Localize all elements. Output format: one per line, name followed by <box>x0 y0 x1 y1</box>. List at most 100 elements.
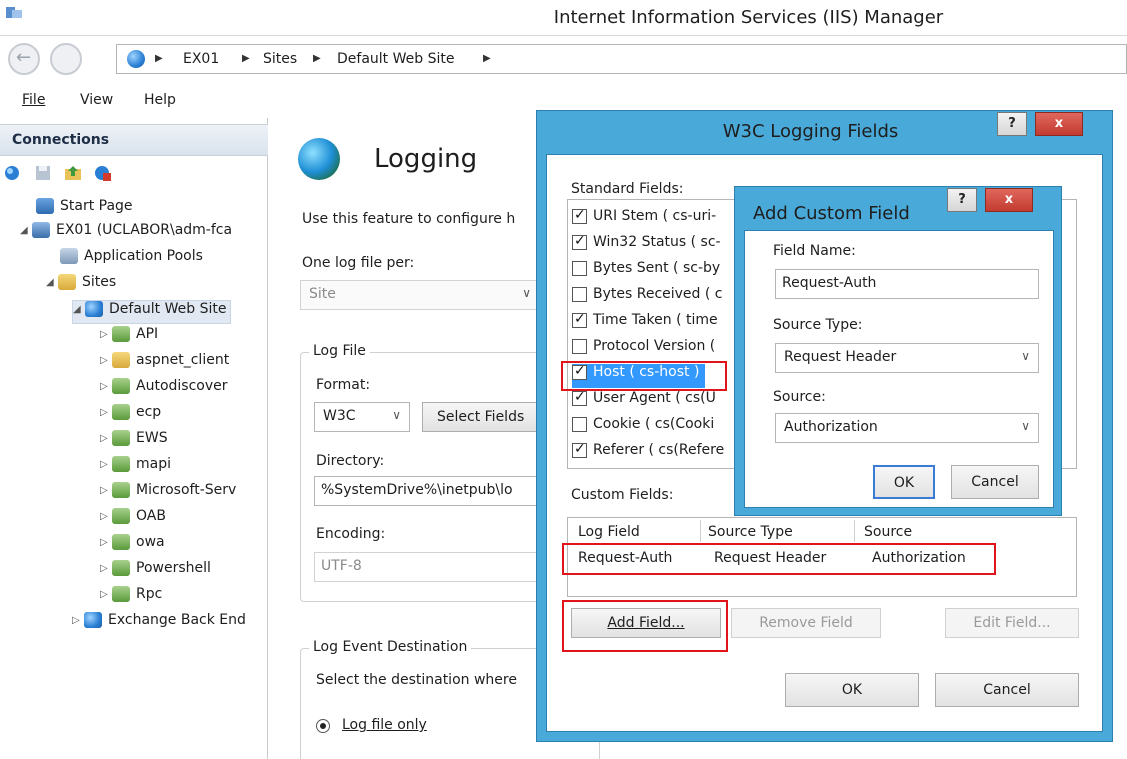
expand-icon[interactable]: ▷ <box>100 563 112 574</box>
expand-icon[interactable]: ▷ <box>100 433 112 444</box>
select-fields-button[interactable]: Select Fields <box>422 402 542 432</box>
tree-item-aspnet-client[interactable]: ▷ aspnet_client <box>100 352 229 376</box>
close-button[interactable]: x <box>985 188 1033 212</box>
tree-item-owa[interactable]: ▷ owa <box>100 534 165 558</box>
folder-icon <box>112 352 130 368</box>
field-bytes-received[interactable]: Bytes Received ( c <box>572 286 723 310</box>
field-time-taken[interactable]: Time Taken ( time <box>572 311 718 336</box>
application-icon <box>112 378 130 394</box>
sites-folder-icon <box>58 274 76 290</box>
log-file-only-label[interactable]: Log file only <box>342 717 427 733</box>
checkbox[interactable] <box>572 233 587 250</box>
expand-icon[interactable]: ▷ <box>72 615 84 626</box>
tree-item-rpc[interactable]: ▷ Rpc <box>100 586 162 610</box>
field-referer[interactable]: Referer ( cs(Refere <box>572 441 724 466</box>
column-source-type[interactable]: Source Type <box>708 524 793 540</box>
directory-field[interactable]: %SystemDrive%\inetpub\lo <box>314 476 544 506</box>
cancel-button[interactable]: Cancel <box>951 465 1039 499</box>
one-log-file-select[interactable]: Site ∨ <box>300 280 540 310</box>
field-user-agent[interactable]: User Agent ( cs(U <box>572 389 716 414</box>
field-cookie[interactable]: Cookie ( cs(Cooki <box>572 416 714 440</box>
tree-item-sites[interactable]: ◢ Sites <box>46 274 116 298</box>
breadcrumb-sites[interactable]: Sites <box>263 51 297 67</box>
tree-item-application-pools[interactable]: Application Pools <box>60 248 203 272</box>
log-file-only-radio[interactable] <box>316 719 330 733</box>
tree-item-default-web-site[interactable]: ◢ Default Web Site <box>72 300 232 324</box>
tree-item-server[interactable]: ◢ EX01 (UCLABOR\adm-fca <box>20 222 232 246</box>
collapse-icon[interactable]: ◢ <box>46 277 58 288</box>
connect-icon[interactable] <box>4 164 22 182</box>
forward-button[interactable] <box>50 43 82 75</box>
edit-field-button[interactable]: Edit Field... <box>945 608 1079 638</box>
save-icon[interactable] <box>34 164 52 182</box>
checkbox[interactable] <box>572 338 587 354</box>
expand-icon[interactable]: ▷ <box>100 589 112 600</box>
expand-icon[interactable]: ▷ <box>100 537 112 548</box>
tree-item-start-page[interactable]: Start Page <box>36 198 133 222</box>
disconnect-icon[interactable] <box>94 164 112 182</box>
field-win32-status[interactable]: Win32 Status ( sc- <box>572 233 721 258</box>
checkbox[interactable] <box>572 260 587 276</box>
menu-view[interactable]: View <box>80 92 113 108</box>
expand-icon[interactable]: ▷ <box>100 407 112 418</box>
remove-field-button[interactable]: Remove Field <box>731 608 881 638</box>
expand-icon[interactable]: ▷ <box>100 329 112 340</box>
expand-icon[interactable]: ▷ <box>100 381 112 392</box>
address-bar: ← ▶ EX01 ▶ Sites ▶ Default Web Site ▶ <box>0 36 1127 82</box>
cancel-button[interactable]: Cancel <box>935 673 1079 707</box>
close-button[interactable]: x <box>1035 112 1083 136</box>
tree-item-exchange-back-end[interactable]: ▷ Exchange Back End <box>72 612 246 636</box>
format-select[interactable]: W3C ∨ <box>314 402 410 432</box>
checkbox[interactable] <box>572 311 587 328</box>
tree-item-autodiscover[interactable]: ▷ Autodiscover <box>100 378 228 402</box>
dialog-body: Field Name: Request-Auth Source Type: Re… <box>744 230 1054 508</box>
chevron-down-icon: ∨ <box>392 408 401 422</box>
application-icon <box>112 404 130 420</box>
window-title: Internet Information Services (IIS) Mana… <box>553 7 944 28</box>
ok-button[interactable]: OK <box>785 673 919 707</box>
encoding-field[interactable]: UTF-8 <box>314 552 544 582</box>
breadcrumb[interactable]: ▶ EX01 ▶ Sites ▶ Default Web Site ▶ <box>116 44 1127 74</box>
checkbox[interactable] <box>572 207 587 224</box>
tree-item-oab[interactable]: ▷ OAB <box>100 508 166 532</box>
column-source[interactable]: Source <box>864 524 912 540</box>
checkbox[interactable] <box>572 286 587 302</box>
help-button[interactable]: ? <box>997 112 1027 136</box>
checkbox[interactable] <box>572 441 587 458</box>
help-button[interactable]: ? <box>947 188 977 212</box>
field-bytes-sent[interactable]: Bytes Sent ( sc-by <box>572 260 720 284</box>
menu-help[interactable]: Help <box>144 92 176 108</box>
logging-description: Use this feature to configure h <box>302 211 516 227</box>
expand-icon[interactable]: ▷ <box>100 355 112 366</box>
tree-item-api[interactable]: ▷ API <box>100 326 158 350</box>
tree-item-powershell[interactable]: ▷ Powershell <box>100 560 211 584</box>
field-uri-stem[interactable]: URI Stem ( cs-uri- <box>572 207 716 232</box>
tree-item-ecp[interactable]: ▷ ecp <box>100 404 161 428</box>
back-button[interactable]: ← <box>8 43 40 75</box>
breadcrumb-arrow-icon: ▶ <box>242 53 250 64</box>
checkbox[interactable] <box>572 416 587 432</box>
field-protocol-version[interactable]: Protocol Version ( <box>572 338 715 362</box>
up-folder-icon[interactable] <box>64 164 82 182</box>
website-globe-icon <box>84 612 102 628</box>
breadcrumb-site[interactable]: Default Web Site <box>337 51 454 67</box>
expand-icon[interactable]: ▷ <box>100 485 112 496</box>
menu-file[interactable]: File <box>22 92 45 108</box>
checkbox[interactable] <box>572 389 587 406</box>
collapse-icon[interactable]: ◢ <box>73 304 85 315</box>
tree-item-ews[interactable]: ▷ EWS <box>100 430 168 454</box>
column-log-field[interactable]: Log Field <box>578 524 640 540</box>
source-select[interactable]: Authorization ∨ <box>775 413 1039 443</box>
collapse-icon[interactable]: ◢ <box>20 225 32 236</box>
expand-icon[interactable]: ▷ <box>100 459 112 470</box>
standard-fields-label: Standard Fields: <box>571 181 684 197</box>
expand-icon[interactable]: ▷ <box>100 511 112 522</box>
ok-button[interactable]: OK <box>873 465 935 499</box>
source-type-select[interactable]: Request Header ∨ <box>775 343 1039 373</box>
chevron-down-icon: ∨ <box>1021 419 1030 433</box>
back-arrow-icon: ← <box>16 47 32 68</box>
tree-item-mapi[interactable]: ▷ mapi <box>100 456 171 480</box>
field-name-input[interactable]: Request-Auth <box>775 269 1039 299</box>
tree-item-microsoft-server[interactable]: ▷ Microsoft-Serv <box>100 482 236 506</box>
breadcrumb-server[interactable]: EX01 <box>183 51 219 67</box>
